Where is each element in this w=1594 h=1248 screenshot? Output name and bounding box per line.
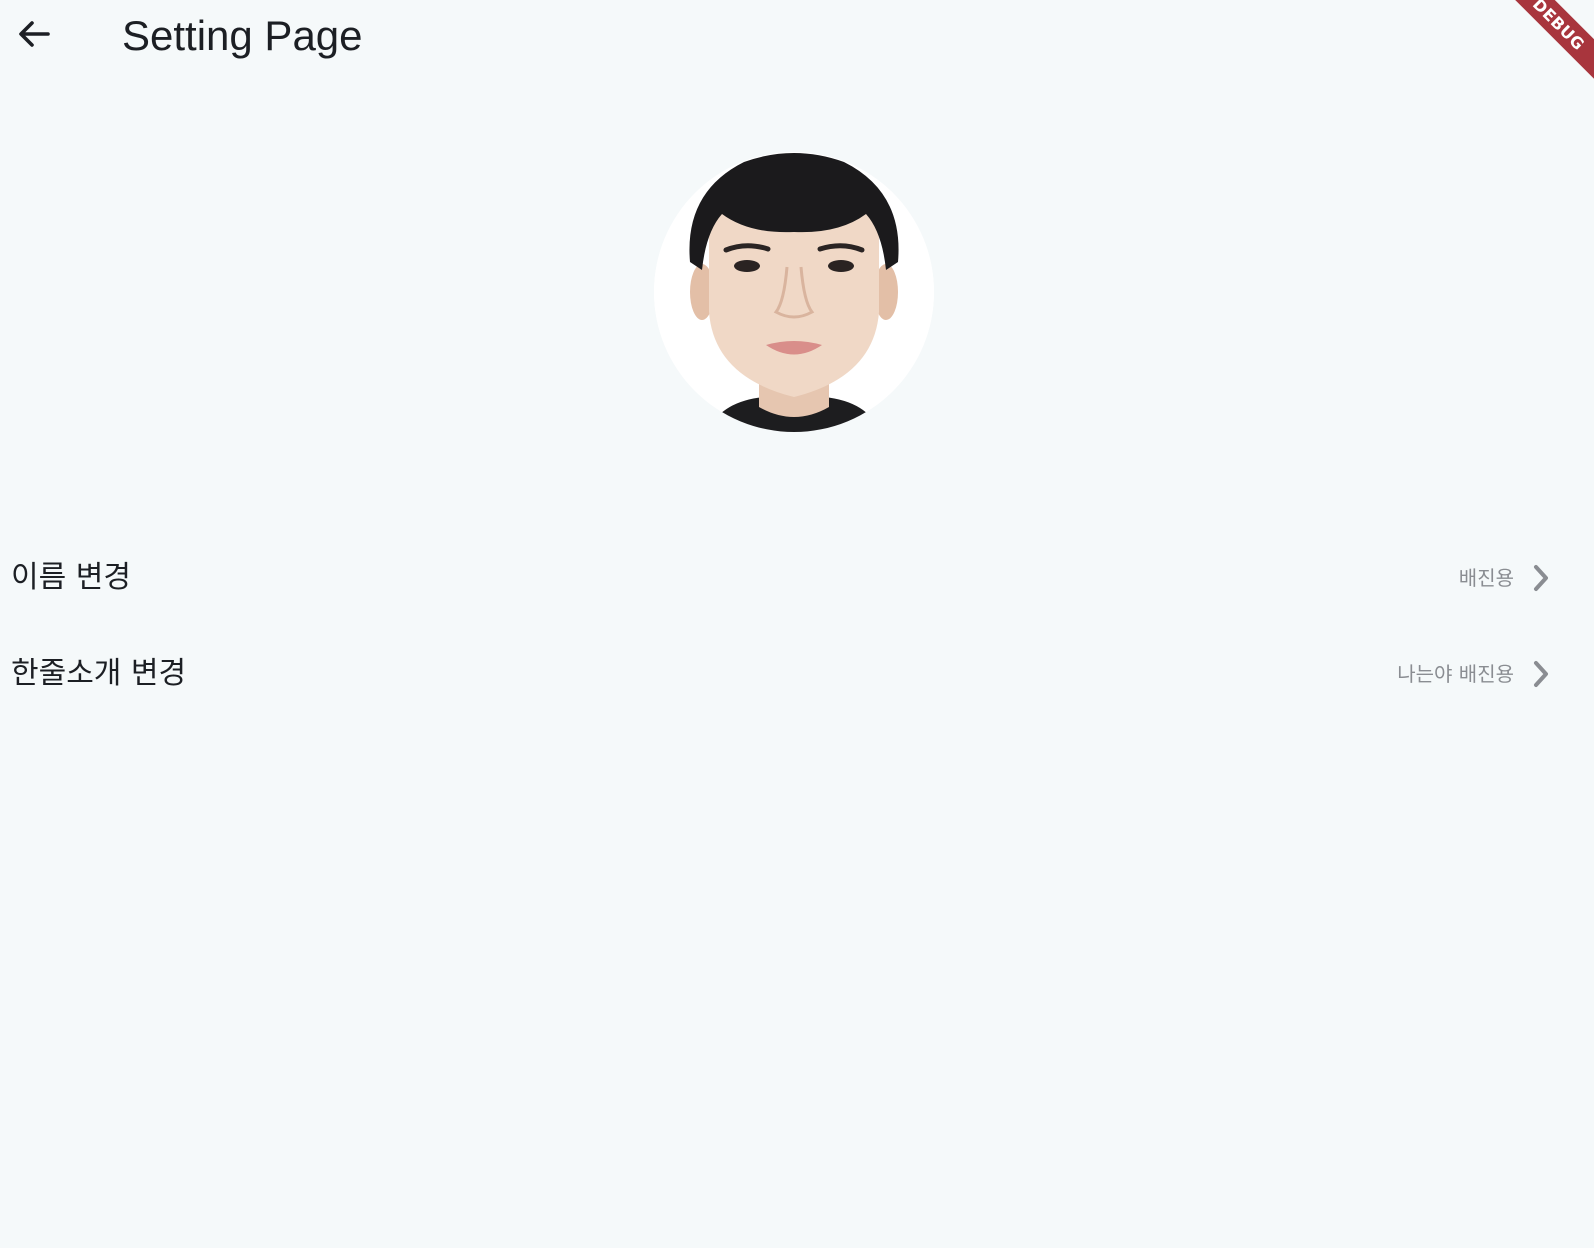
profile-photo [654,152,934,432]
back-button[interactable] [6,8,62,64]
setting-label: 한줄소개 변경 [11,656,187,691]
setting-row-change-bio[interactable]: 한줄소개 변경 나는야 배진용 [0,634,1594,714]
page-title: Setting Page [122,12,363,59]
setting-label: 이름 변경 [11,560,131,595]
setting-row-change-name[interactable]: 이름 변경 배진용 [0,538,1594,618]
arrow-back-icon [14,14,54,58]
chevron-right-icon [1528,563,1554,593]
setting-value: 배진용 [1458,566,1514,590]
app-bar: Setting Page [0,0,1594,74]
chevron-right-icon [1528,659,1554,689]
avatar[interactable] [654,152,934,432]
setting-value: 나는야 배진용 [1397,662,1514,686]
